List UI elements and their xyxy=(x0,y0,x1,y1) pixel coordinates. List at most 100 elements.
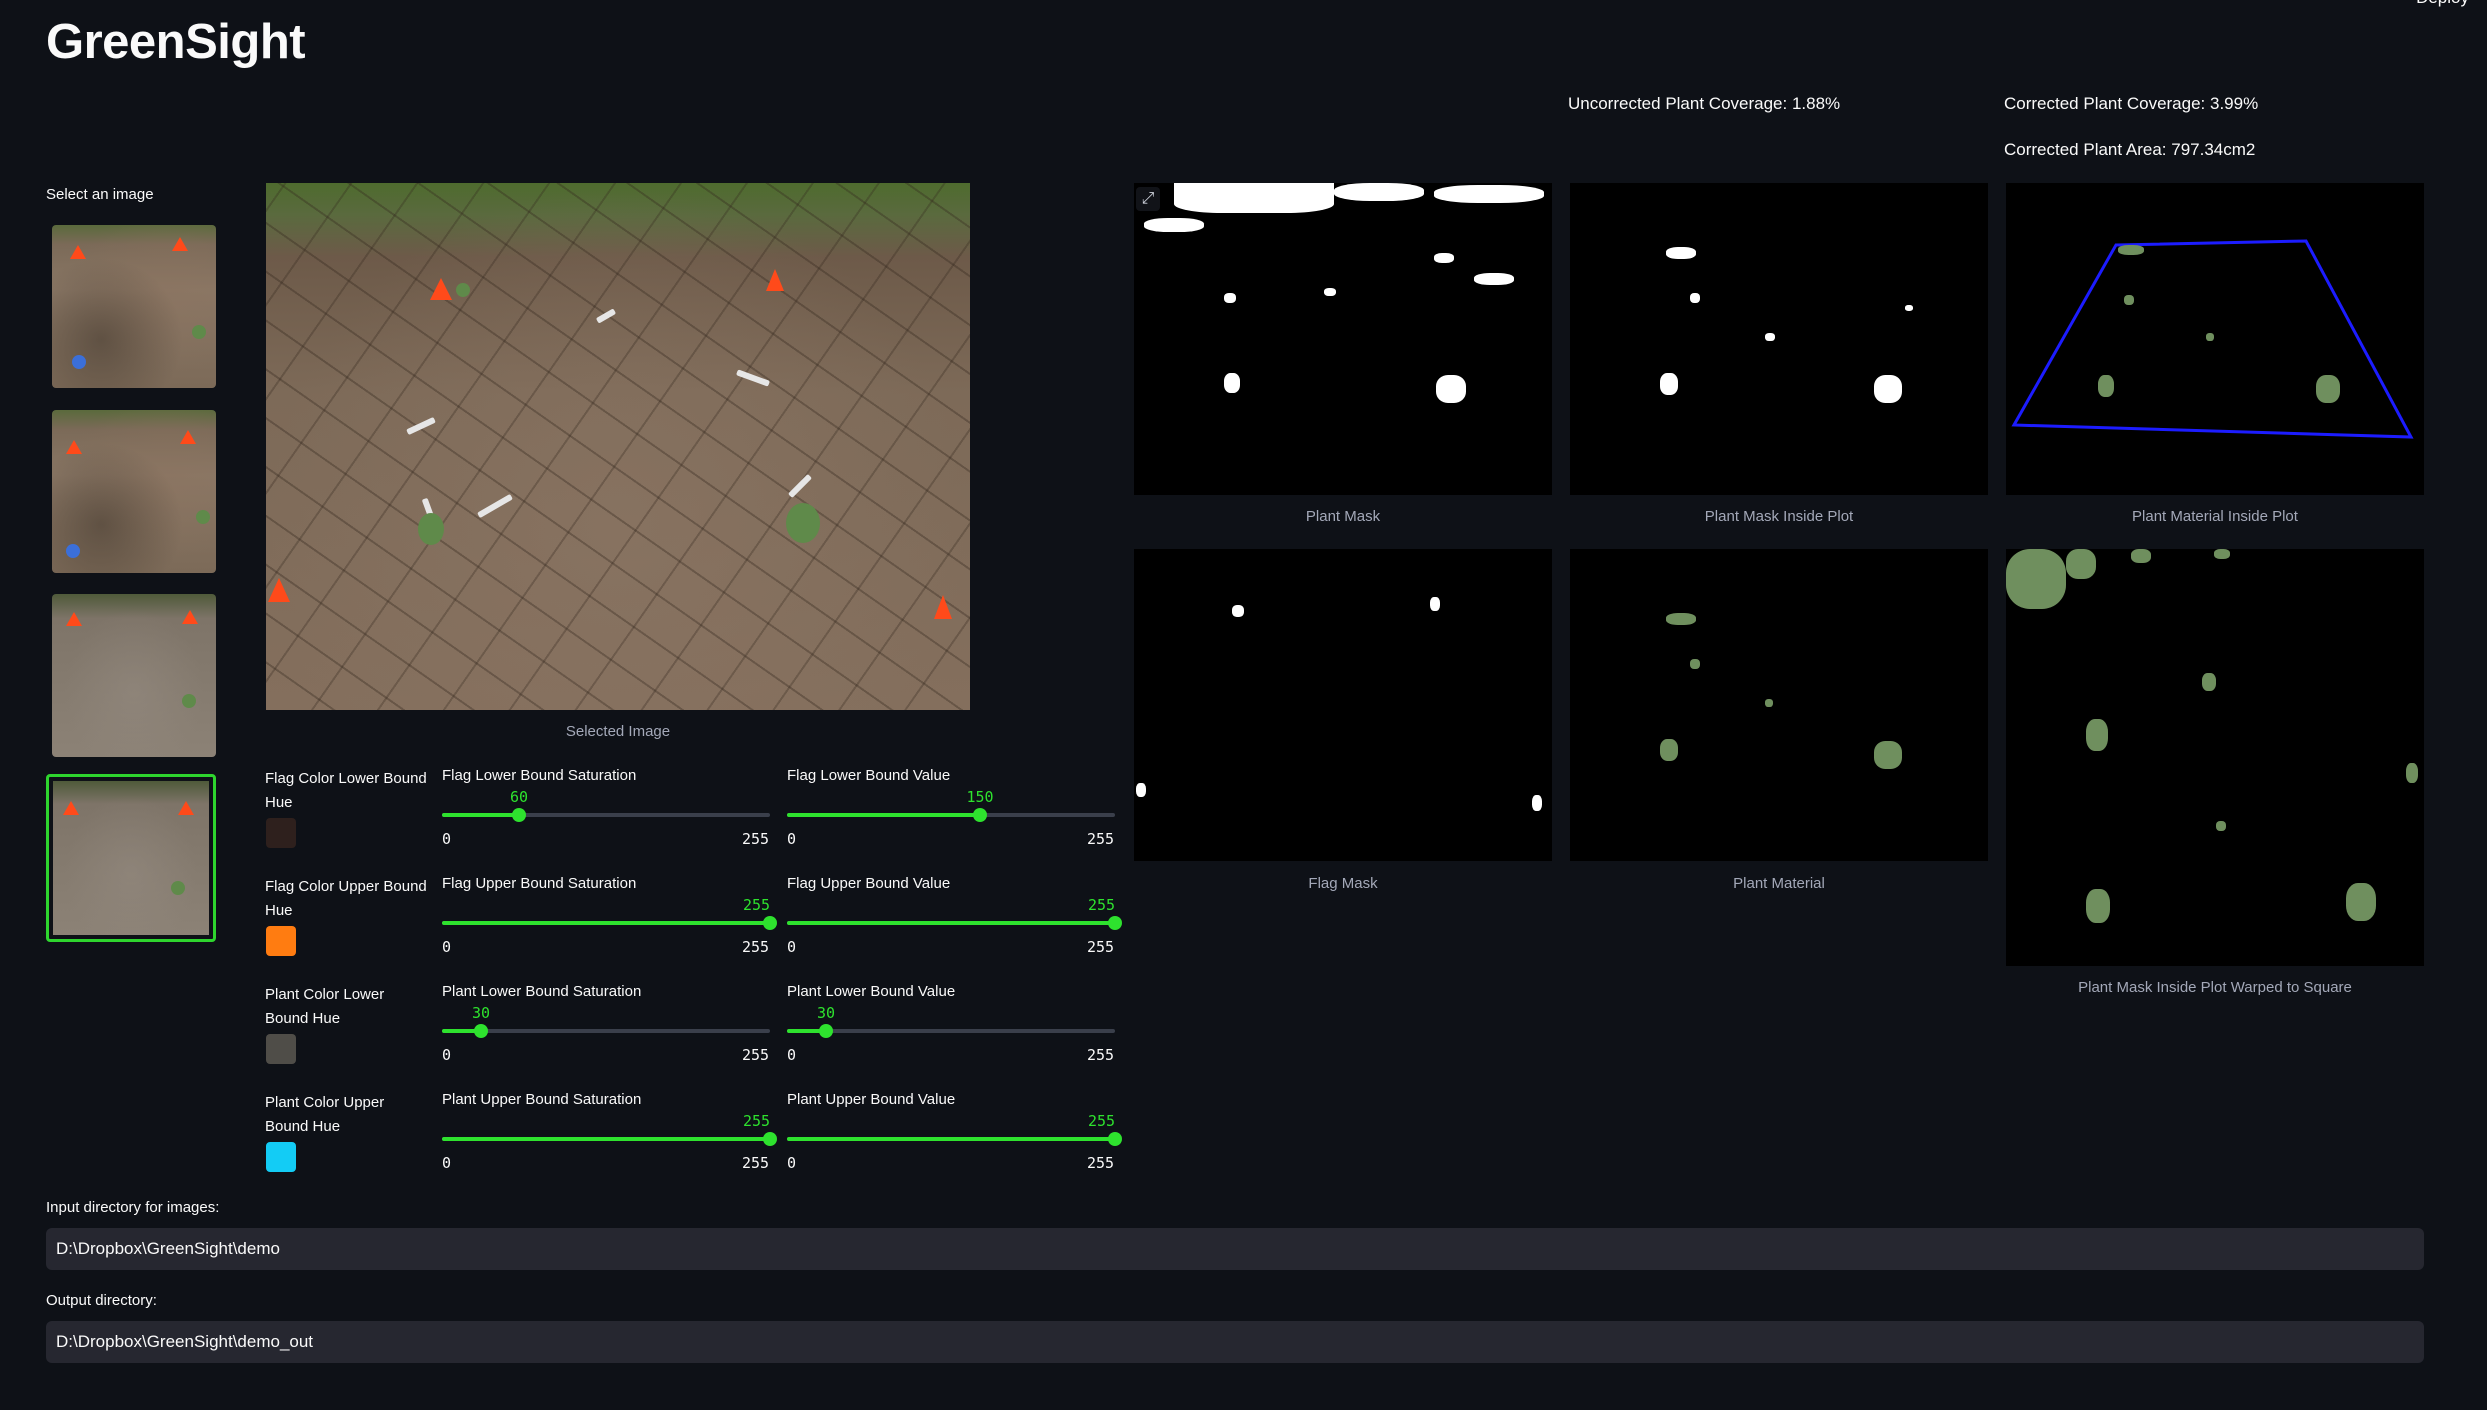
slider-thumb[interactable] xyxy=(763,916,777,930)
flag-marker xyxy=(268,578,290,602)
slider-fill xyxy=(442,813,519,817)
slider-max: 255 xyxy=(1087,938,1115,956)
slider-thumb[interactable] xyxy=(973,808,987,822)
slider-thumb[interactable] xyxy=(1108,1132,1122,1146)
plant-sprout xyxy=(456,283,470,297)
plant-sprout xyxy=(196,510,210,524)
slider-thumb[interactable] xyxy=(474,1024,488,1038)
flag-marker xyxy=(178,801,194,815)
select-image-label: Select an image xyxy=(46,186,154,203)
flag-marker xyxy=(70,245,86,259)
image-thumbnail[interactable] xyxy=(52,410,216,573)
result-caption: Plant Mask Inside Plot Warped to Square xyxy=(2078,979,2352,996)
plant-sprout xyxy=(182,694,196,708)
slider-min: 0 xyxy=(787,1154,797,1172)
flag-marker xyxy=(172,237,188,251)
flag-marker xyxy=(63,801,79,815)
slider-value: 255 xyxy=(743,1112,771,1130)
slider-max: 255 xyxy=(742,1046,770,1064)
flag-mask-image xyxy=(1134,549,1552,861)
slider-thumb[interactable] xyxy=(512,808,526,822)
slider-min: 0 xyxy=(442,1154,452,1172)
slider-fill xyxy=(442,921,770,925)
slider-label: Plant Lower Bound Value xyxy=(787,983,956,1000)
slider-min: 0 xyxy=(787,1046,797,1064)
plant-upper-hue-picker[interactable] xyxy=(266,1142,296,1172)
plant-material-image xyxy=(1570,549,1988,861)
plot-boundary xyxy=(2011,239,2414,439)
slider-label: Plant Upper Bound Saturation xyxy=(442,1091,642,1108)
image-thumbnail-selected[interactable] xyxy=(46,774,216,942)
output-dir-label: Output directory: xyxy=(46,1292,157,1309)
warped-plot-image xyxy=(2006,549,2424,966)
plant-mask-inside-plot-image xyxy=(1570,183,1988,495)
flag-lower-hue-picker[interactable] xyxy=(266,818,296,848)
input-dir-label: Input directory for images: xyxy=(46,1199,220,1216)
slider-max: 255 xyxy=(742,1154,770,1172)
marker-stick xyxy=(477,493,513,519)
corrected-coverage: Corrected Plant Coverage: 3.99% xyxy=(2004,94,2259,113)
slider-max: 255 xyxy=(1087,1154,1115,1172)
slider-value: 30 xyxy=(472,1004,491,1022)
slider-track[interactable] xyxy=(787,1029,1115,1033)
slider-min: 0 xyxy=(787,938,797,956)
slider-label: Plant Upper Bound Value xyxy=(787,1091,956,1108)
result-caption: Plant Mask xyxy=(1305,508,1381,525)
plant-lower-hue-picker[interactable] xyxy=(266,1034,296,1064)
slider-min: 0 xyxy=(442,1046,452,1064)
marker-stick xyxy=(595,308,617,324)
plant-sprout xyxy=(192,325,206,339)
slider-fill xyxy=(787,813,980,817)
marker-stick xyxy=(406,416,436,436)
slider-label: Flag Lower Bound Saturation xyxy=(442,767,637,784)
result-caption: Plant Material Inside Plot xyxy=(2132,508,2298,525)
image-thumbnail[interactable] xyxy=(52,594,216,757)
flag-upper-hue-picker[interactable] xyxy=(266,926,296,956)
slider-thumb[interactable] xyxy=(763,1132,777,1146)
uncorrected-coverage: Uncorrected Plant Coverage: 1.88% xyxy=(1568,94,1841,113)
slider-max: 255 xyxy=(1087,830,1115,848)
plant-lower-hue-label: Plant Color Lower Bound Hue xyxy=(265,986,385,1027)
output-dir-field[interactable]: D:\Dropbox\GreenSight\demo_out xyxy=(46,1321,2424,1363)
slider-label: Flag Upper Bound Saturation xyxy=(442,875,637,892)
plant-sprout xyxy=(72,355,86,369)
result-caption: Plant Mask Inside Plot xyxy=(1704,508,1854,525)
slider-value: 255 xyxy=(1088,1112,1116,1130)
deploy-button[interactable]: Deploy xyxy=(2416,0,2469,8)
slider-label: Flag Upper Bound Value xyxy=(787,875,951,892)
slider-thumb[interactable] xyxy=(819,1024,833,1038)
slider-track[interactable] xyxy=(442,1029,770,1033)
marker-stick xyxy=(787,473,813,499)
flag-marker xyxy=(934,595,952,619)
marker-stick xyxy=(735,369,771,387)
slider-value: 60 xyxy=(510,788,529,806)
slider-fill xyxy=(787,921,1115,925)
slider-value: 255 xyxy=(743,896,771,914)
flag-marker xyxy=(766,269,784,291)
flag-marker xyxy=(66,612,82,626)
flag-marker xyxy=(182,610,198,624)
plant-sprout xyxy=(418,513,444,545)
flag-marker xyxy=(180,430,196,444)
flag-lower-hue-label: Flag Color Lower Bound Hue xyxy=(265,770,427,811)
flag-marker xyxy=(430,278,452,300)
slider-min: 0 xyxy=(442,938,452,956)
slider-thumb[interactable] xyxy=(1108,916,1122,930)
slider-min: 0 xyxy=(787,830,797,848)
slider-label: Plant Lower Bound Saturation xyxy=(442,983,642,1000)
slider-label: Flag Lower Bound Value xyxy=(787,767,951,784)
selected-image xyxy=(266,183,970,710)
plant-mask-image xyxy=(1134,183,1552,495)
slider-max: 255 xyxy=(1087,1046,1115,1064)
input-dir-field[interactable]: D:\Dropbox\GreenSight\demo xyxy=(46,1228,2424,1270)
slider-value: 150 xyxy=(966,788,994,806)
slider-max: 255 xyxy=(742,938,770,956)
plant-sprout xyxy=(66,544,80,558)
slider-value: 255 xyxy=(1088,896,1116,914)
corrected-area: Corrected Plant Area: 797.34cm2 xyxy=(2004,140,2256,159)
app-title: GreenSight xyxy=(46,15,306,69)
expand-icon[interactable]: ⤢ xyxy=(1136,187,1160,211)
image-thumbnail[interactable] xyxy=(52,225,216,388)
plant-sprout xyxy=(786,503,820,543)
plant-upper-hue-label: Plant Color Upper Bound Hue xyxy=(265,1094,385,1135)
